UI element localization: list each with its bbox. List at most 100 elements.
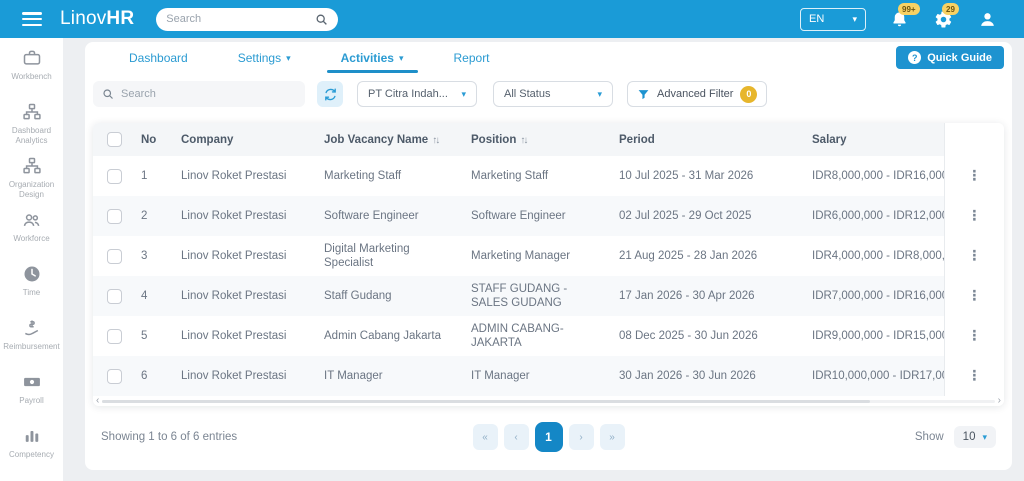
sidebar-item-organization-design[interactable]: Organization Design: [0, 156, 63, 210]
pagination-prev-button[interactable]: ‹: [503, 424, 529, 450]
chevron-down-icon: ▾: [461, 88, 466, 99]
table-search: [93, 81, 305, 107]
row-menu-kebab-icon[interactable]: ⋮: [967, 367, 981, 383]
company-filter-value: PT Citra Indah...: [368, 88, 448, 100]
sidebar-item-time[interactable]: Time: [0, 264, 63, 318]
user-profile-button[interactable]: [976, 8, 998, 30]
cell-period: 21 Aug 2025 - 28 Jan 2026: [619, 249, 758, 262]
table-row: 6 Linov Roket Prestasi IT Manager IT Man…: [93, 356, 1004, 396]
row-menu-kebab-icon[interactable]: ⋮: [967, 247, 981, 263]
language-selector[interactable]: EN ▾: [800, 7, 866, 31]
tab-report[interactable]: Report: [440, 42, 504, 73]
cell-period: 08 Dec 2025 - 30 Jun 2026: [619, 329, 758, 342]
sort-icon[interactable]: ↑↓: [520, 135, 528, 146]
row-checkbox[interactable]: [107, 208, 122, 224]
scrollbar-track[interactable]: [102, 399, 995, 403]
cell-no: 1: [141, 169, 148, 182]
filter-toolbar: PT Citra Indah... ▾ All Status ▾ Advance…: [85, 73, 1012, 113]
table-header-row: No Company Job Vacancy Name ↑↓ Position ↑↓…: [93, 123, 1004, 156]
status-filter-dropdown[interactable]: All Status ▾: [493, 81, 613, 107]
cell-job-vacancy: Digital Marketing Specialist: [324, 242, 410, 269]
question-mark-icon: ?: [908, 51, 922, 64]
scroll-left-icon[interactable]: ‹: [93, 396, 102, 406]
col-position[interactable]: Position ↑↓: [459, 123, 607, 156]
global-search-input[interactable]: [166, 13, 316, 25]
search-icon[interactable]: [315, 13, 328, 26]
refresh-button[interactable]: [317, 81, 343, 107]
table-row: 1 Linov Roket Prestasi Marketing Staff M…: [93, 156, 1004, 196]
pagination-first-button[interactable]: «: [472, 424, 498, 450]
tab-activities[interactable]: Activities ▾: [326, 42, 418, 73]
company-filter-dropdown[interactable]: PT Citra Indah... ▾: [357, 81, 477, 107]
scroll-right-icon[interactable]: ›: [995, 396, 1004, 406]
table-footer: Showing 1 to 6 of 6 entries « ‹ 1 › » Sh…: [85, 406, 1012, 452]
select-all-checkbox[interactable]: [107, 132, 122, 147]
funnel-icon: [638, 89, 649, 99]
sidebar-item-workforce[interactable]: Workforce: [0, 210, 63, 264]
row-checkbox[interactable]: [107, 288, 122, 304]
system-settings-button[interactable]: 29: [932, 3, 959, 30]
pagination-next-button[interactable]: ›: [568, 424, 594, 450]
chevron-down-icon: ▾: [982, 431, 987, 442]
row-menu-kebab-icon[interactable]: ⋮: [967, 167, 981, 183]
table-row: 4 Linov Roket Prestasi Staff Gudang STAF…: [93, 276, 1004, 316]
cell-salary: IDR10,000,000 - IDR17,000,000: [800, 356, 944, 396]
user-icon: [980, 12, 994, 26]
table-row: 5 Linov Roket Prestasi Admin Cabang Jaka…: [93, 316, 1004, 356]
quick-guide-button[interactable]: ? Quick Guide: [896, 46, 1004, 69]
cell-salary: IDR6,000,000 - IDR12,000,000: [800, 196, 944, 236]
row-menu-kebab-icon[interactable]: ⋮: [967, 287, 981, 303]
sidebar-item-payroll[interactable]: Payroll: [0, 372, 63, 426]
notifications-button[interactable]: 99+: [888, 3, 920, 30]
scrollbar-thumb[interactable]: [102, 399, 870, 403]
col-label: Position: [471, 133, 517, 146]
page-size-dropdown[interactable]: 10 ▾: [953, 426, 996, 448]
cell-salary: IDR4,000,000 - IDR8,000,000: [812, 249, 944, 262]
cell-salary: IDR9,000,000 - IDR15,000,000: [812, 329, 944, 342]
row-checkbox[interactable]: [107, 328, 122, 344]
sidebar-label: Payroll: [19, 396, 44, 405]
advanced-filter-label: Advanced Filter: [657, 88, 734, 100]
pagination-last-button[interactable]: »: [599, 424, 625, 450]
sidebar-item-dashboard-analytics[interactable]: Dashboard Analytics: [0, 102, 63, 156]
cell-period: 02 Jul 2025 - 29 Oct 2025: [607, 196, 800, 236]
sidebar-label: Time: [22, 288, 41, 297]
chevron-down-icon: ▾: [398, 52, 404, 63]
people-icon: [23, 214, 39, 227]
sidebar-label: Workbench: [11, 72, 52, 81]
cell-salary: IDR8,000,000 - IDR16,000,000: [812, 169, 944, 182]
col-no: No: [131, 123, 169, 156]
sidebar-item-reimbursement[interactable]: Reimbursement: [0, 318, 63, 372]
sidebar-label: Reimbursement: [3, 342, 60, 351]
cell-position: ADMIN CABANG-JAKARTA: [471, 322, 564, 349]
chevron-down-icon: ▾: [286, 52, 291, 63]
sidebar-label: Organization Design: [8, 180, 55, 199]
banknote-icon: [23, 377, 40, 387]
advanced-filter-button[interactable]: Advanced Filter 0: [627, 81, 768, 107]
cell-company: Linov Roket Prestasi: [169, 276, 312, 316]
left-sidebar: Workbench Dashboard Analytics Organizati…: [0, 38, 63, 481]
row-checkbox[interactable]: [107, 168, 122, 184]
chevron-down-icon: ▾: [852, 13, 857, 24]
pagination-page-1[interactable]: 1: [534, 422, 563, 452]
tab-settings[interactable]: Settings ▾: [224, 42, 305, 73]
cell-job-vacancy: IT Manager: [312, 356, 459, 396]
cell-no: 3: [141, 249, 148, 262]
col-company: Company: [169, 123, 312, 156]
top-app-bar: LinovHR EN ▾ 99+ 29: [0, 0, 1024, 38]
tab-dashboard[interactable]: Dashboard: [115, 42, 202, 73]
col-job-vacancy[interactable]: Job Vacancy Name ↑↓: [312, 123, 459, 156]
language-value: EN: [809, 13, 825, 25]
bar-chart-icon: [25, 431, 38, 442]
sidebar-item-competency[interactable]: Competency: [0, 426, 63, 480]
row-menu-kebab-icon[interactable]: ⋮: [967, 207, 981, 223]
row-checkbox[interactable]: [107, 248, 122, 264]
table-search-input[interactable]: [121, 88, 296, 100]
hamburger-menu-icon[interactable]: [22, 12, 42, 26]
sidebar-item-workbench[interactable]: Workbench: [0, 48, 63, 102]
sidebar-label: Workforce: [13, 234, 50, 243]
cell-company: Linov Roket Prestasi: [181, 329, 287, 342]
sort-icon[interactable]: ↑↓: [432, 135, 440, 146]
row-menu-kebab-icon[interactable]: ⋮: [967, 327, 981, 343]
row-checkbox[interactable]: [107, 368, 122, 384]
